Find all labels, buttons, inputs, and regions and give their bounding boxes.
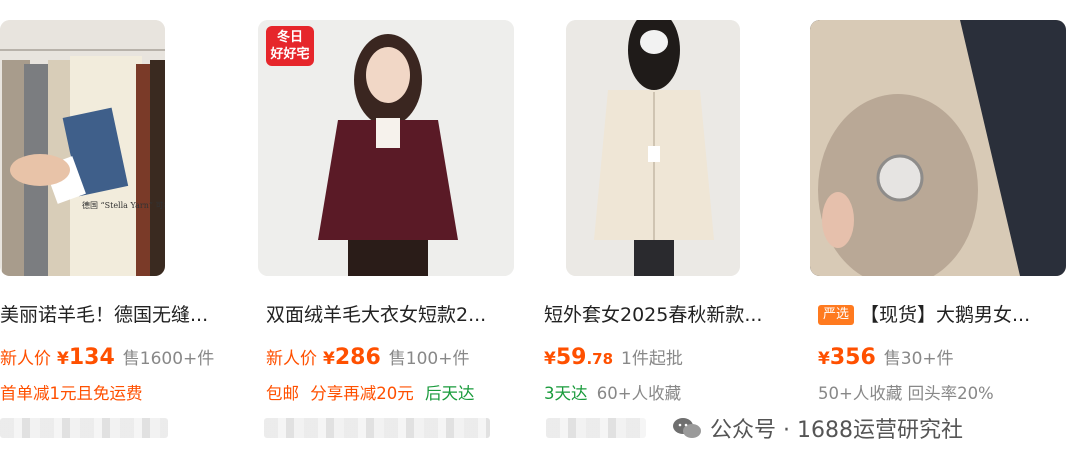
strict-selection-tag: 严选 bbox=[818, 305, 855, 325]
product-title-4[interactable]: 严选 【现货】大鹅男女... bbox=[818, 302, 1066, 328]
jacket-image bbox=[566, 20, 740, 276]
product-card-4[interactable]: 严选 【现货】大鹅男女... ¥ 356 售30+件 50+人收藏 回头率20% bbox=[810, 0, 1066, 470]
delivery-time-tag: 3天达 bbox=[544, 384, 588, 403]
title-text: 【现货】大鹅男女... bbox=[860, 304, 1031, 326]
promo-row: 包邮 分享再减20元 后天达 bbox=[266, 380, 475, 404]
image-caption: 德国 “Stella Yarn” 可机洗48支的美金羊毛 bbox=[82, 200, 165, 210]
price: 134 bbox=[68, 345, 115, 370]
fleece-bag-image bbox=[810, 20, 1066, 276]
currency-symbol: ¥ bbox=[57, 349, 69, 369]
blurred-shop-name bbox=[546, 418, 646, 438]
product-title-3[interactable]: 短外套女2025春秋新款... bbox=[544, 302, 784, 328]
product-title-2[interactable]: 双面绒羊毛大衣女短款2... bbox=[266, 302, 514, 328]
sweater-rack-image: 德国 “Stella Yarn” 可机洗48支的美金羊毛 bbox=[0, 20, 165, 276]
price-row-4: ¥ 356 售30+件 bbox=[818, 344, 954, 372]
sold-count: 售1600+件 bbox=[122, 349, 215, 369]
price-row-2: 新人价 ¥ 286 售100+件 bbox=[266, 344, 469, 372]
price: 286 bbox=[334, 345, 381, 370]
currency-symbol: ¥ bbox=[544, 349, 556, 369]
price-row-1: 新人价 ¥ 134 售1600+件 bbox=[0, 344, 214, 372]
product-card-1[interactable]: 德国 “Stella Yarn” 可机洗48支的美金羊毛 美丽诺羊毛！德国无缝.… bbox=[0, 0, 214, 470]
product-image-3[interactable] bbox=[566, 20, 740, 276]
product-card-2[interactable]: 冬日 好好宅 双面绒羊毛大衣女短款2... 新人价 ¥ 286 售100+件 包… bbox=[258, 0, 514, 470]
delivery-time-tag: 后天达 bbox=[425, 384, 475, 403]
price: 59 bbox=[555, 345, 587, 370]
price-cents: .78 bbox=[586, 350, 614, 368]
free-shipping-tag: 包邮 bbox=[266, 384, 299, 403]
promo-row: 3天达 60+人收藏 bbox=[544, 380, 681, 404]
winter-promo-badge: 冬日 好好宅 bbox=[266, 26, 314, 66]
currency-symbol: ¥ bbox=[818, 349, 830, 369]
share-discount-tag: 分享再减20元 bbox=[310, 384, 414, 403]
sold-count: 售100+件 bbox=[388, 349, 470, 369]
product-image-1[interactable]: 德国 “Stella Yarn” 可机洗48支的美金羊毛 bbox=[0, 20, 165, 276]
promo-text: 首单减1元且免运费 bbox=[0, 384, 143, 403]
sold-count: 售30+件 bbox=[883, 349, 954, 369]
favorites-count: 60+人收藏 bbox=[596, 384, 682, 403]
blurred-shop-name bbox=[0, 418, 168, 438]
new-user-price-label: 新人价 bbox=[0, 349, 51, 369]
new-user-price-label: 新人价 bbox=[266, 349, 317, 369]
wechat-watermark: 公众号 · 1688运营研究社 bbox=[672, 410, 963, 446]
badge-line-2: 好好宅 bbox=[270, 47, 310, 62]
product-image-4[interactable] bbox=[810, 20, 1066, 276]
badge-line-1: 冬日 bbox=[276, 30, 303, 45]
blurred-shop-name bbox=[264, 418, 490, 438]
currency-symbol: ¥ bbox=[323, 349, 335, 369]
wechat-icon bbox=[673, 418, 701, 438]
minimum-order: 1件起批 bbox=[621, 349, 683, 369]
product-title-1[interactable]: 美丽诺羊毛！德国无缝... bbox=[0, 302, 210, 328]
product-image-2[interactable]: 冬日 好好宅 bbox=[258, 20, 514, 276]
watermark-text: 公众号 · 1688运营研究社 bbox=[710, 418, 963, 443]
price: 356 bbox=[829, 345, 876, 370]
price-row-3: ¥ 59 .78 1件起批 bbox=[544, 344, 683, 372]
promo-text: 50+人收藏 回头率20% bbox=[818, 384, 994, 403]
product-card-3[interactable]: 短外套女2025春秋新款... ¥ 59 .78 1件起批 3天达 60+人收藏 bbox=[544, 0, 784, 470]
